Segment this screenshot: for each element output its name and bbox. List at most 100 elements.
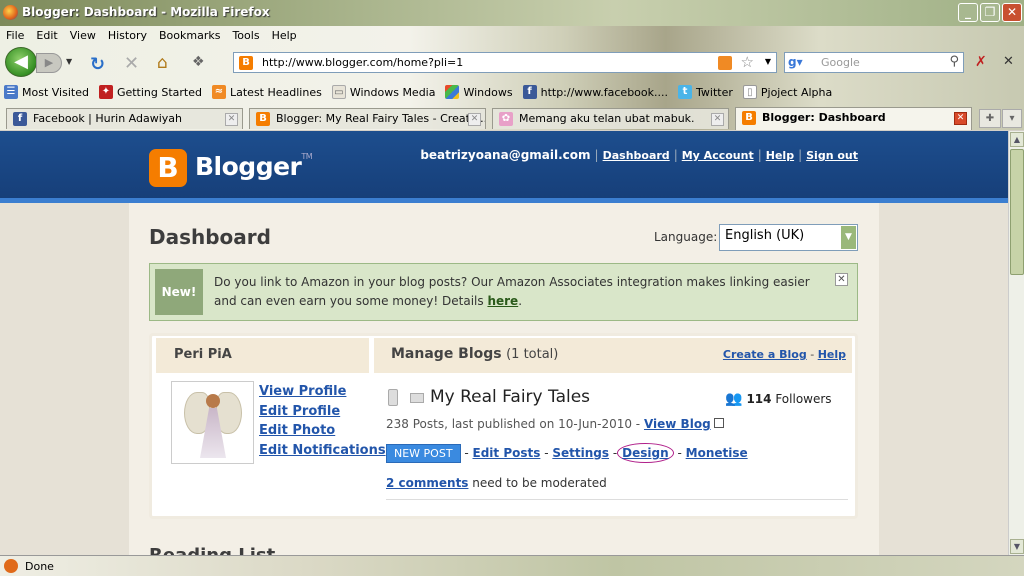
blogger-icon: B: [256, 112, 270, 126]
account-links: beatrizyoana@gmail.com | Dashboard | My Acco…: [420, 148, 858, 162]
new-badge: New!: [155, 269, 203, 315]
view-blog-link[interactable]: View Blog: [644, 417, 711, 431]
bookmark-facebook[interactable]: f http://www.facebook....: [519, 82, 674, 102]
bookmark-getting-started[interactable]: ✦ Getting Started: [95, 82, 208, 102]
followers-number: 114: [746, 392, 772, 406]
close-tab-icon[interactable]: ✕: [954, 112, 967, 125]
close-icon[interactable]: ✕: [835, 273, 848, 286]
minimize-button[interactable]: _: [958, 3, 978, 22]
blog-count: (1 total): [506, 347, 559, 362]
bookmark-windows[interactable]: Windows: [441, 82, 518, 102]
view-profile-link[interactable]: View Profile: [259, 382, 386, 402]
notice-details-link[interactable]: here: [487, 294, 518, 308]
new-window-icon[interactable]: [713, 418, 724, 428]
close-window-button[interactable]: ✕: [1002, 3, 1022, 22]
window-titlebar: Blogger: Dashboard - Mozilla Firefox _ ❐…: [0, 0, 1024, 26]
scrollbar-thumb[interactable]: [1010, 149, 1024, 275]
design-link[interactable]: Design: [617, 443, 674, 463]
bookmark-latest-headlines[interactable]: ≈ Latest Headlines: [208, 82, 328, 102]
bookmark-twitter[interactable]: t Twitter: [674, 82, 739, 102]
extension-x-icon[interactable]: ✕: [1003, 54, 1014, 69]
address-bar[interactable]: B http://www.blogger.com/home?pli=1 ☆ ▼: [233, 52, 777, 73]
extension-icon[interactable]: ✗: [975, 54, 987, 70]
bookmark-label: Twitter: [696, 85, 733, 99]
bookmark-star-icon[interactable]: ☆: [741, 53, 754, 71]
avatar[interactable]: [171, 381, 254, 464]
tab-memang[interactable]: ✿ Memang aku telan ubat mabuk. ✕: [492, 108, 729, 129]
tab-list-icon[interactable]: ✚: [979, 109, 1001, 128]
bookmark-windows-media[interactable]: ▭ Windows Media: [328, 82, 442, 102]
chevron-down-icon[interactable]: ▼: [841, 226, 856, 249]
blogger-brand[interactable]: BloggerTM: [195, 152, 313, 181]
help-link[interactable]: Help: [766, 149, 794, 162]
edit-profile-link[interactable]: Edit Profile: [259, 402, 386, 422]
language-select[interactable]: English (UK) ▼: [719, 224, 858, 251]
tab-blogger-create[interactable]: B Blogger: My Real Fairy Tales - Create …: [249, 108, 486, 129]
create-blog-link[interactable]: Create a Blog: [723, 348, 807, 361]
rss-feed-icon[interactable]: [718, 56, 732, 70]
bookmark-label: Windows: [463, 85, 513, 99]
forward-button[interactable]: ▶: [36, 53, 62, 73]
bookmark-label: Latest Headlines: [230, 85, 322, 99]
twitter-icon: t: [678, 85, 692, 99]
close-tab-icon[interactable]: ✕: [225, 113, 238, 126]
stop-icon[interactable]: ✕: [124, 53, 139, 74]
monetise-link[interactable]: Monetise: [686, 446, 748, 460]
dashboard-link[interactable]: Dashboard: [603, 149, 670, 162]
edit-photo-link[interactable]: Edit Photo: [259, 421, 386, 441]
menu-view[interactable]: View: [64, 27, 102, 45]
menu-edit[interactable]: Edit: [30, 27, 63, 45]
my-account-link[interactable]: My Account: [682, 149, 754, 162]
blog-title: My Real Fairy Tales: [430, 387, 591, 407]
followers-count[interactable]: 👥 114 Followers: [725, 391, 832, 407]
back-button[interactable]: ◀: [5, 47, 37, 77]
tab-blogger-dashboard[interactable]: B Blogger: Dashboard ✕: [735, 107, 972, 130]
tab-facebook[interactable]: f Facebook | Hurin Adawiyah ✕: [6, 108, 243, 129]
close-tab-icon[interactable]: ✕: [711, 113, 724, 126]
manage-blogs-header: Manage Blogs (1 total) Create a Blog - H…: [374, 338, 852, 373]
blog-meta: 238 Posts, last published on 10-Jun-2010…: [386, 417, 724, 431]
tab-bar: f Facebook | Hurin Adawiyah ✕ B Blogger:…: [0, 106, 1024, 130]
menu-help[interactable]: Help: [266, 27, 303, 45]
language-value: English (UK): [725, 228, 805, 243]
page-title: Dashboard: [149, 225, 271, 249]
comments-link[interactable]: 2 comments: [386, 476, 468, 490]
settings-link[interactable]: Settings: [552, 446, 609, 460]
scroll-up-icon[interactable]: ▲: [1010, 132, 1024, 147]
menu-bookmarks[interactable]: Bookmarks: [153, 27, 226, 45]
followers-label: Followers: [775, 392, 832, 406]
tab-scroll-icon[interactable]: ▾: [1002, 109, 1022, 128]
history-dropdown-icon[interactable]: ▼: [66, 57, 72, 66]
menu-file[interactable]: File: [0, 27, 30, 45]
menu-tools[interactable]: Tools: [226, 27, 265, 45]
tab-label: Blogger: My Real Fairy Tales - Create ..…: [276, 112, 486, 125]
reload-icon[interactable]: ↻: [90, 54, 105, 75]
moderation-notice: 2 comments need to be moderated: [386, 476, 607, 490]
window-title: Blogger: Dashboard - Mozilla Firefox: [22, 5, 270, 19]
edit-posts-link[interactable]: Edit Posts: [473, 446, 541, 460]
dashboard-panel: Peri PiA Manage Blogs (1 total) Create a…: [149, 333, 858, 519]
bookmark-pjoject-alpha[interactable]: ▯ Pjoject Alpha: [739, 82, 838, 102]
moderation-text: need to be moderated: [472, 476, 607, 490]
new-post-button[interactable]: NEW POST: [386, 444, 461, 463]
home-icon[interactable]: ⌂: [157, 53, 168, 73]
menu-history[interactable]: History: [102, 27, 153, 45]
vertical-scrollbar[interactable]: ▲ ▼: [1008, 131, 1024, 555]
address-url[interactable]: http://www.blogger.com/home?pli=1: [262, 56, 463, 69]
blogger-logo-icon[interactable]: B: [149, 149, 187, 187]
search-icon[interactable]: ⚲: [949, 54, 959, 69]
language-label: Language:: [654, 230, 718, 244]
maximize-button[interactable]: ❐: [980, 3, 1000, 22]
url-dropdown-icon[interactable]: ▼: [765, 57, 771, 66]
bookmark-most-visited[interactable]: ☰ Most Visited: [0, 82, 95, 102]
blogs-help-link[interactable]: Help: [818, 348, 846, 361]
close-tab-icon[interactable]: ✕: [468, 113, 481, 126]
bookmarks-toolbar: ☰ Most Visited ✦ Getting Started ≈ Latest H…: [0, 82, 838, 102]
google-search-engine-icon[interactable]: g▾: [788, 55, 803, 69]
edit-notifications-link[interactable]: Edit Notifications: [259, 441, 386, 461]
user-email: beatrizyoana@gmail.com: [420, 148, 591, 162]
scroll-down-icon[interactable]: ▼: [1010, 539, 1024, 554]
search-box[interactable]: g▾ Google ⚲: [784, 52, 964, 73]
sign-out-link[interactable]: Sign out: [806, 149, 858, 162]
addon-icon[interactable]: ❖: [192, 54, 205, 70]
